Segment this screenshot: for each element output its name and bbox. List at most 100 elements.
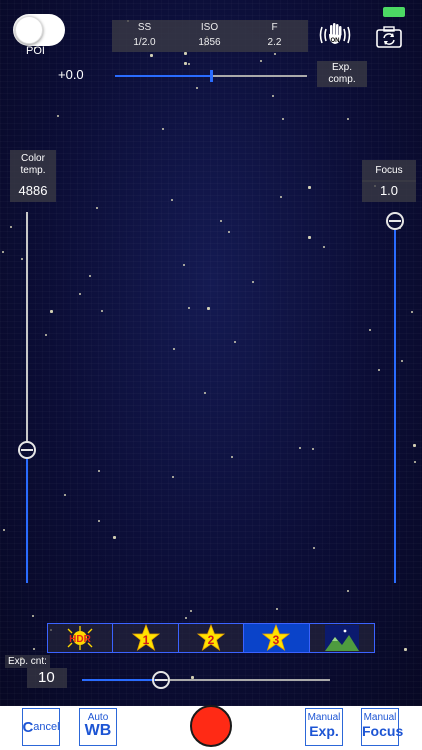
star-dot (196, 87, 198, 89)
star-dot (172, 476, 174, 478)
star-dot (323, 246, 325, 248)
star-dot (150, 54, 153, 57)
iso-value: 1856 (198, 37, 221, 48)
star-dot (162, 128, 164, 130)
star-dot (79, 293, 81, 295)
star-dot (347, 590, 349, 592)
star-icon: 1 (131, 624, 160, 651)
star-dot (280, 196, 282, 198)
ss-param: SS 1/2.0 (112, 20, 177, 50)
star-dot (33, 648, 35, 650)
exposure-count-track[interactable] (162, 679, 330, 681)
star-dot (185, 617, 187, 619)
star-dot (313, 547, 315, 549)
star-dot (10, 226, 12, 228)
star-dot (234, 341, 236, 343)
star-dot (32, 615, 34, 617)
star-1-number: 1 (142, 633, 149, 647)
star-dot (188, 307, 190, 309)
manual-exposure-button[interactable]: Manual Exp. (305, 708, 343, 746)
star-dot (183, 264, 185, 266)
iso-param: ISO 1856 (177, 20, 242, 50)
star-dot (272, 95, 274, 97)
exposure-comp-label-1: Exp. (331, 62, 352, 73)
star-icon: 2 (196, 624, 226, 651)
hand-stabilizer-icon[interactable]: ON (318, 22, 352, 48)
color-temp-value: 4886 (10, 180, 56, 202)
mode-star-2[interactable]: 2 (179, 624, 245, 652)
star-dot (188, 63, 190, 65)
star-dot (401, 360, 403, 362)
battery-icon (383, 7, 405, 17)
star-dot (228, 231, 230, 233)
poi-label: POI (26, 45, 45, 57)
star-dot (2, 251, 4, 253)
focus-slider-thumb[interactable] (386, 212, 404, 230)
star-dot (207, 307, 210, 310)
iso-label: ISO (200, 22, 219, 33)
star-dot (299, 447, 301, 449)
star-dot (231, 456, 233, 458)
color-temp-label-1: Color (21, 153, 45, 164)
star-dot (96, 207, 98, 209)
star-2-number: 2 (208, 633, 215, 647)
star-dot (98, 470, 100, 472)
exposure-count-slider-thumb[interactable] (152, 671, 170, 689)
star-dot (276, 608, 278, 610)
star-dot (64, 494, 66, 496)
star-dot (378, 369, 380, 371)
star-dot (204, 392, 206, 394)
cancel-first-letter: C (22, 718, 34, 736)
exposure-comp-thumb[interactable] (210, 70, 213, 82)
star-3-number: 3 (273, 633, 280, 647)
star-icon: 3 (262, 624, 291, 651)
star-dot (312, 448, 314, 450)
star-dot (184, 52, 187, 55)
hdr-sun-icon: HDR (67, 626, 93, 650)
star-dot (274, 53, 276, 55)
star-dot (21, 258, 23, 260)
camera-switch-icon[interactable] (376, 26, 402, 48)
exposure-params-panel: SS 1/2.0 ISO 1856 F 2.2 (112, 20, 308, 52)
color-temp-slider-thumb[interactable] (18, 441, 36, 459)
exposure-count-value: 10 (27, 668, 67, 688)
star-dot (3, 529, 5, 531)
exposure-count-label: Exp. cnt: (5, 655, 50, 668)
poi-toggle[interactable] (13, 14, 65, 46)
toggle-knob (15, 16, 43, 44)
star-dot (190, 610, 192, 612)
exposure-comp-value: +0.0 (58, 67, 84, 82)
star-dot (113, 536, 116, 539)
focus-track[interactable] (394, 230, 396, 583)
f-param: F 2.2 (242, 20, 307, 50)
mode-star-1[interactable]: 1 (113, 624, 179, 652)
star-dot (308, 186, 311, 189)
focus-value: 1.0 (362, 180, 416, 202)
star-dot (347, 118, 349, 120)
camera-preview[interactable] (0, 0, 422, 706)
star-dot (101, 310, 103, 312)
mode-hdr[interactable]: HDR (48, 624, 114, 652)
night-landscape-icon (324, 625, 359, 651)
star-dot (411, 311, 413, 313)
manual-focus-button[interactable]: Manual Focus (361, 708, 403, 746)
f-label: F (271, 22, 278, 33)
star-dot (57, 115, 59, 117)
star-dot (184, 62, 187, 65)
color-temp-label: Color temp. (10, 150, 56, 180)
mode-star-3[interactable]: 3 (244, 624, 310, 652)
star-dot (308, 236, 311, 239)
color-temp-track[interactable] (26, 212, 28, 442)
exposure-count-track-fill (82, 679, 162, 681)
mode-landscape[interactable] (310, 624, 374, 652)
exposure-comp-label-2: comp. (328, 74, 356, 85)
star-dot (414, 461, 416, 463)
shutter-button[interactable] (190, 705, 232, 747)
color-temp-track-fill (26, 458, 28, 583)
auto-wb-button[interactable]: Auto WB (79, 708, 117, 746)
cancel-button[interactable]: Cancel (22, 708, 60, 746)
manual-exp-large: Exp. (309, 723, 339, 739)
manual-exp-small: Manual (307, 712, 341, 723)
f-value: 2.2 (267, 37, 282, 48)
star-dot (173, 348, 175, 350)
